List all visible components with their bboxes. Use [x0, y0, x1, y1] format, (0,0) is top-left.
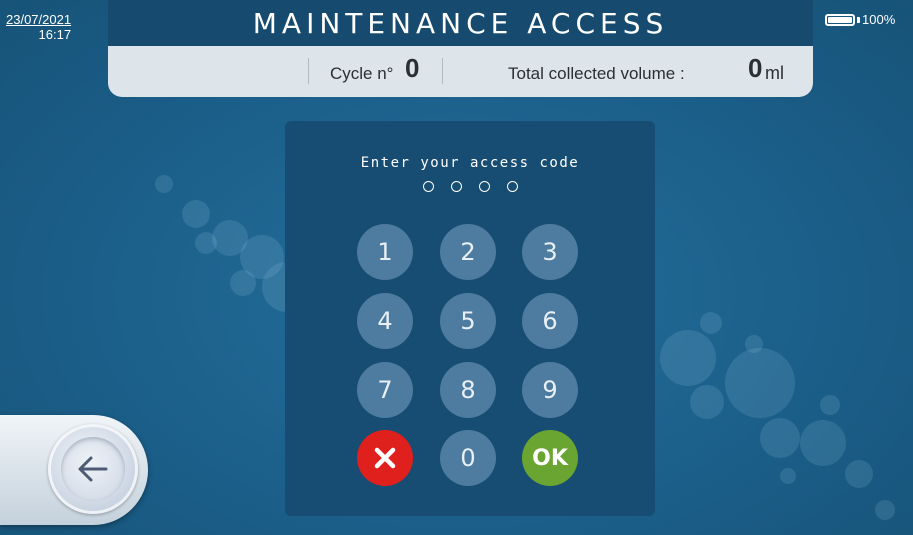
code-digit-indicator	[422, 181, 434, 192]
access-code-prompt: Enter your access code	[360, 155, 580, 171]
cycle-value: 0	[405, 53, 420, 83]
back-button-inner	[61, 437, 125, 501]
battery-tip	[857, 16, 860, 23]
code-digit-indicator	[450, 181, 462, 192]
arrow-left-icon	[78, 456, 108, 482]
cycle-label: Cycle n°	[330, 64, 394, 83]
volume-label: Total collected volume :	[508, 64, 685, 83]
code-digit-indicator	[478, 181, 490, 192]
key-9[interactable]: 9	[522, 362, 578, 418]
ok-button[interactable]: OK	[522, 430, 578, 486]
battery-percent: 100%	[862, 12, 896, 27]
key-3[interactable]: 3	[522, 224, 578, 280]
key-7[interactable]: 7	[357, 362, 413, 418]
key-1[interactable]: 1	[357, 224, 413, 280]
divider	[442, 58, 443, 84]
code-digit-indicator	[506, 181, 518, 192]
battery-fill	[828, 16, 852, 23]
page-title: MAINTENANCE ACCESS	[108, 0, 813, 46]
volume-unit: ml	[765, 63, 784, 83]
date-time: 23/07/2021 16:17	[6, 12, 71, 42]
volume-value: 0	[748, 53, 763, 83]
battery-icon	[825, 13, 855, 26]
divider	[308, 58, 309, 84]
info-bar: Cycle n° 0 Total collected volume : 0 ml	[108, 46, 813, 97]
key-6[interactable]: 6	[522, 293, 578, 349]
cancel-button[interactable]	[357, 430, 413, 486]
back-button[interactable]	[48, 424, 138, 514]
code-indicator	[285, 181, 655, 192]
key-8[interactable]: 8	[440, 362, 496, 418]
time-label: 16:17	[38, 27, 72, 42]
key-0[interactable]: 0	[440, 430, 496, 486]
key-4[interactable]: 4	[357, 293, 413, 349]
key-5[interactable]: 5	[440, 293, 496, 349]
battery-indicator: 100%	[825, 12, 895, 27]
keypad-panel: Enter your access code 1 2 3 4 5 6 7 8 9…	[285, 121, 655, 516]
date-label: 23/07/2021	[6, 12, 72, 27]
close-icon	[374, 447, 396, 469]
key-2[interactable]: 2	[440, 224, 496, 280]
